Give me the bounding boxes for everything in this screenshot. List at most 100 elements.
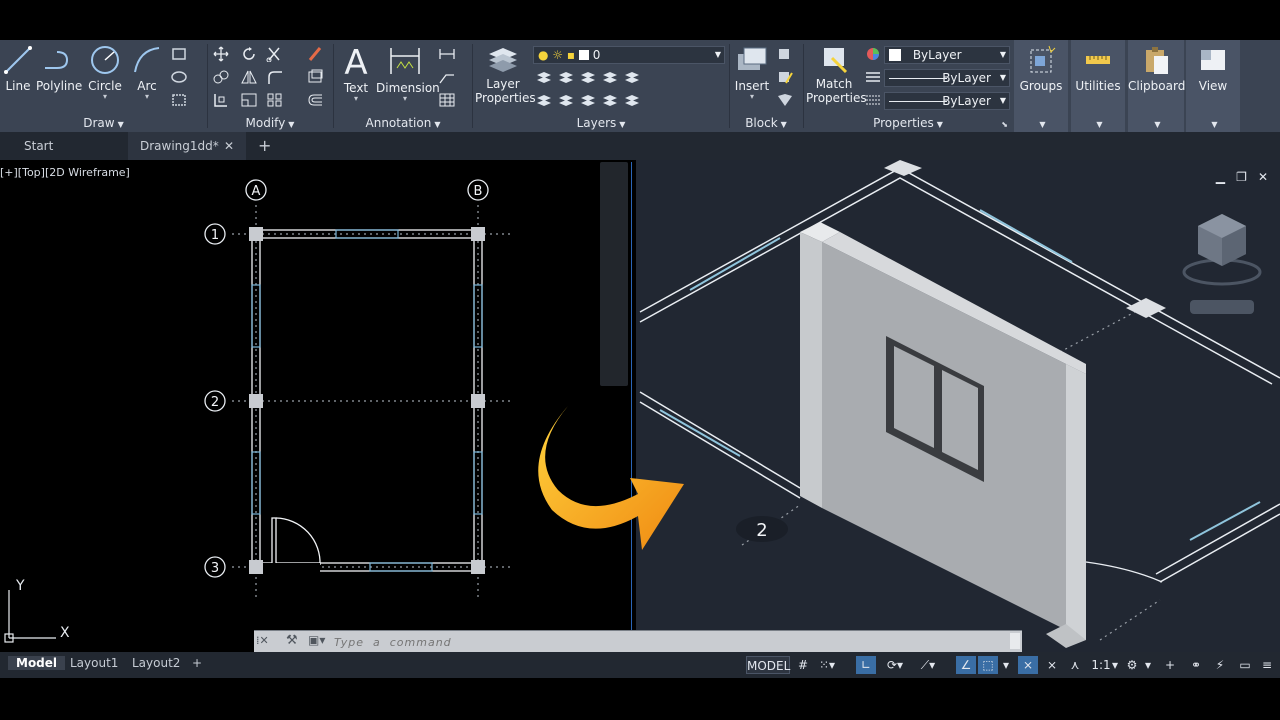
restore-icon[interactable]: ❐ [1236,170,1247,184]
ortho-icon[interactable]: ∟ [856,656,876,674]
line-tool-button[interactable]: Line [2,44,34,93]
layer-tool-icon[interactable] [579,69,597,85]
isodraft-icon[interactable]: ⟋▾ [914,656,942,674]
clipboard-panel[interactable]: Clipboard ▼ [1128,40,1185,132]
text-tool-button[interactable]: A Text ▾ [338,43,374,103]
gear-icon[interactable]: ⚙ [1122,656,1142,674]
hatch-icon[interactable] [170,69,188,85]
command-prompt-icon[interactable]: ▣▾ [308,633,325,647]
circle-tool-button[interactable]: Circle ▾ [86,44,124,101]
tab-start[interactable]: Start [24,132,53,160]
grid-icon[interactable]: # [794,656,812,674]
layer-properties-button[interactable]: Layer Properties [475,44,536,105]
color-dropdown[interactable]: ByLayer ▼ [884,46,1010,64]
groups-panel[interactable]: Groups ▼ [1014,40,1068,132]
polyline-tool-button[interactable]: Polyline [36,44,82,93]
linetype-icon[interactable] [864,92,882,108]
linear-dim-icon[interactable] [438,46,456,62]
scroll-handle[interactable] [1010,633,1020,649]
navigation-bar[interactable] [600,162,628,386]
close-icon[interactable]: ✕ [224,132,234,160]
annotation-visibility-icon[interactable]: ⨯ [1018,656,1038,674]
layers-panel-title[interactable]: Layers ▼ [473,116,729,130]
annotation-panel-title[interactable]: Annotation ▼ [334,116,472,130]
annotation-scale-icon[interactable]: ⋏ [1066,656,1084,674]
viewport-label[interactable]: [+][Top][2D Wireframe] [0,166,130,179]
edit-block-icon[interactable] [776,69,794,85]
layout-tab-model[interactable]: Model [8,656,66,670]
autoscale-icon[interactable]: ⨯ [1042,656,1062,674]
mirror-icon[interactable] [240,69,258,85]
erase-icon[interactable] [306,46,324,62]
layer-tool-icon[interactable] [557,92,575,108]
snap-icon[interactable]: ⁙▾ [816,656,838,674]
leader-icon[interactable] [438,69,456,85]
lineweight-icon[interactable] [864,69,882,85]
dimension-tool-button[interactable]: Dimension ▾ [376,44,440,103]
clean-screen-icon[interactable]: ▭ [1236,656,1254,674]
offset-icon[interactable] [306,92,324,108]
layer-dropdown[interactable]: ● ☼ ▪ 0 ▼ [533,46,725,64]
object-snap-tracking-icon[interactable]: ∠ [956,656,976,674]
modify-panel-title[interactable]: Modify ▼ [208,116,332,130]
hardware-acceleration-icon[interactable]: ⚡ [1210,656,1230,674]
viewcube-icon[interactable] [1172,210,1272,320]
draw-panel: Line Polyline Circle ▾ Arc ▾ Draw ▼ [0,40,207,132]
wrench-icon[interactable]: ⚒ [286,633,298,648]
insert-button[interactable]: Insert ▾ [732,44,772,101]
layer-tool-icon[interactable] [601,69,619,85]
rotate-icon[interactable] [240,46,258,62]
layer-tool-icon[interactable] [579,92,597,108]
block-panel-title[interactable]: Block ▼ [730,116,802,130]
create-block-icon[interactable] [776,46,794,62]
model-space-button[interactable]: MODEL [746,656,790,674]
polar-icon[interactable]: ⟳▾ [880,656,910,674]
linetype-dropdown[interactable]: ByLayer ▼ [884,69,1010,87]
dialog-launcher-icon[interactable]: ⬊ [1001,120,1008,129]
grip-icon[interactable]: ⁞✕ [256,634,269,647]
utilities-panel[interactable]: Utilities ▼ [1071,40,1125,132]
color-wheel-icon[interactable] [864,46,882,62]
stretch-icon[interactable] [212,92,230,108]
array-icon[interactable] [266,92,284,108]
layer-tool-icon[interactable] [623,92,641,108]
close-icon[interactable]: ✕ [1258,170,1268,184]
draw-panel-title[interactable]: Draw ▼ [0,116,207,130]
layout-tab-layout1[interactable]: Layout1 [70,656,118,670]
add-tab-button[interactable]: + [258,132,271,160]
layer-tool-icon[interactable] [601,92,619,108]
move-icon[interactable] [212,46,230,62]
properties-panel-title[interactable]: Properties ▼ [804,116,1012,130]
viewport-3d[interactable]: 2 ▁ ❐ ✕ [636,160,1280,652]
lineweight-dropdown[interactable]: ByLayer ▼ [884,92,1010,110]
layer-tool-icon[interactable] [557,69,575,85]
explode-icon[interactable] [306,69,324,85]
table-icon[interactable] [438,92,456,108]
layer-tool-icon[interactable] [535,92,553,108]
command-input[interactable] [334,634,994,650]
add-icon[interactable]: + [1160,656,1180,674]
chevron-down-icon[interactable]: ▾ [1000,656,1012,674]
arc-tool-button[interactable]: Arc ▾ [130,44,164,101]
attribute-icon[interactable] [776,92,794,108]
add-layout-button[interactable]: + [192,656,202,670]
copy-icon[interactable] [212,69,230,85]
region-icon[interactable] [170,92,188,108]
match-properties-button[interactable]: Match Properties [806,44,867,105]
isolate-icon[interactable]: ⚭ [1186,656,1206,674]
view-panel[interactable]: View ▼ [1186,40,1240,132]
fillet-icon[interactable] [266,69,284,85]
rectangle-icon[interactable] [170,46,188,62]
chevron-down-icon[interactable]: ▾ [1142,656,1154,674]
menu-icon[interactable]: ≡ [1258,656,1276,674]
chevron-down-icon[interactable]: ▾ [1110,656,1120,674]
layer-tool-icon[interactable] [623,69,641,85]
layer-tool-icon[interactable] [535,69,553,85]
scale-icon[interactable] [240,92,258,108]
layout-tab-layout2[interactable]: Layout2 [132,656,180,670]
minimize-icon[interactable]: ▁ [1216,170,1225,184]
object-snap-icon[interactable]: ⬚ [978,656,998,674]
ribbon: Line Polyline Circle ▾ Arc ▾ Draw ▼ Modi… [0,40,1280,132]
trim-icon[interactable] [266,46,284,62]
tab-drawing[interactable]: Drawing1dd* ✕ [128,132,246,160]
